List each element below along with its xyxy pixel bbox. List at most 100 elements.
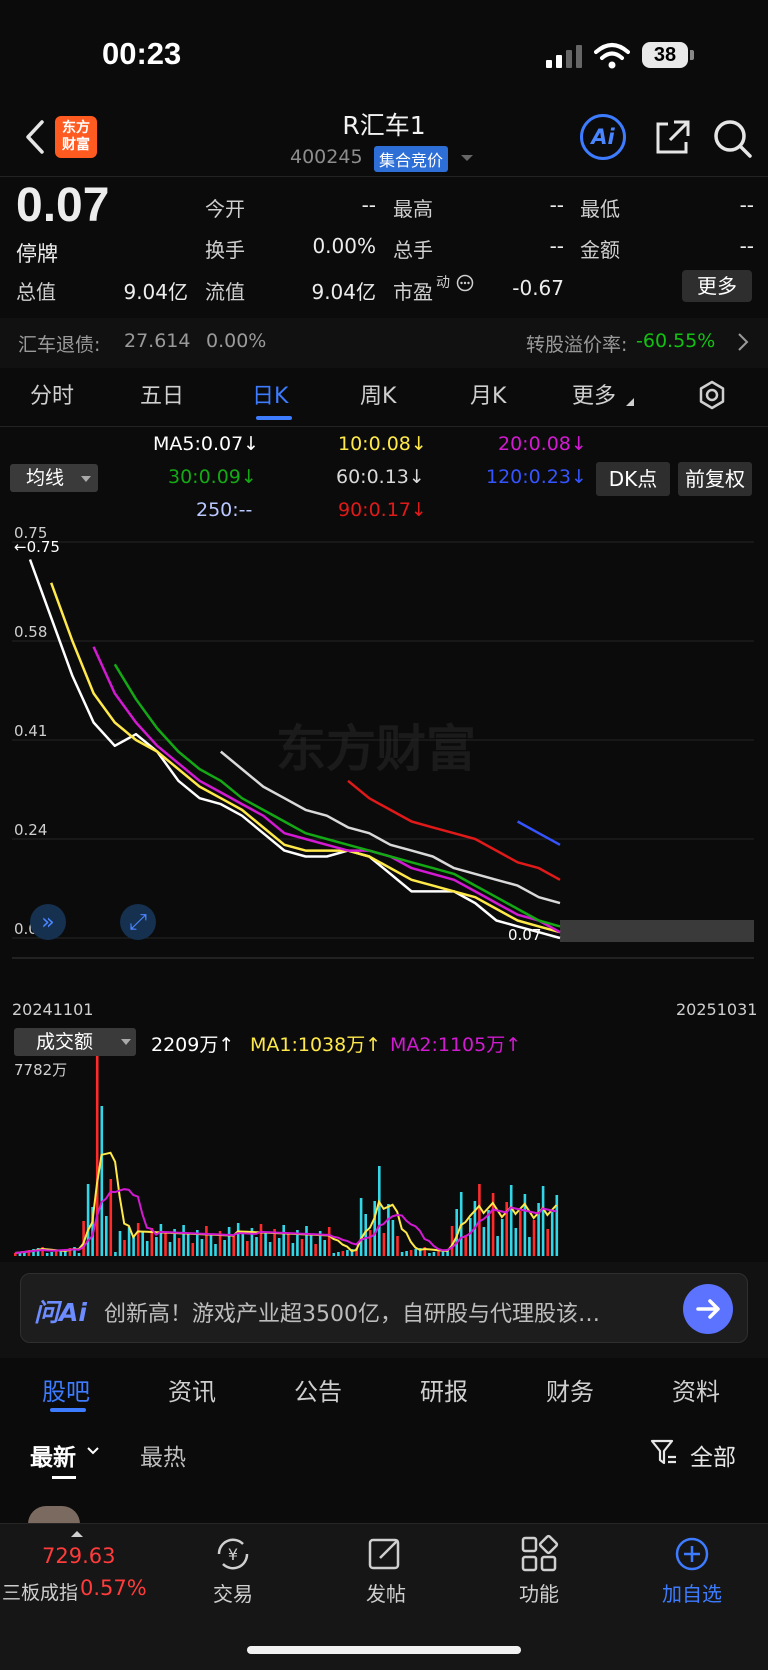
trade-icon[interactable]: ¥ <box>213 1534 253 1574</box>
tab-monthly-k[interactable]: 月K <box>470 378 506 410</box>
tab-intraday[interactable]: 分时 <box>30 378 74 410</box>
volume-bar <box>291 1243 295 1256</box>
post-icon[interactable] <box>366 1534 406 1574</box>
volume-bar <box>428 1253 431 1256</box>
high-price-annotation: ←0.75 <box>14 538 60 556</box>
ai-suggestion-text[interactable]: 创新高！游戏产业超3500亿，自研股与代理股该… <box>104 1296 600 1328</box>
volume-bar <box>368 1230 372 1256</box>
value-pe: -0.67 <box>512 276 564 300</box>
sort-indicator <box>52 1476 76 1479</box>
ma250-legend: 250:-- <box>196 499 253 521</box>
dk-point-button[interactable]: DK点 <box>596 462 670 496</box>
share-icon[interactable] <box>652 118 692 158</box>
tab-more[interactable]: 更多 <box>572 378 616 410</box>
watermark: 东方财富 <box>276 720 476 778</box>
ma90-legend: 90:0.17↓ <box>338 499 427 521</box>
search-icon[interactable] <box>712 118 754 160</box>
more-quote-button[interactable]: 更多 <box>682 270 752 302</box>
value-float-cap: 9.04亿 <box>311 280 376 304</box>
volume-bar <box>132 1236 135 1256</box>
chevron-right-icon[interactable] <box>736 332 750 352</box>
label-amount: 金额 <box>580 238 620 262</box>
bond-name: 汇车退债: <box>18 334 101 356</box>
volume-bar <box>227 1227 231 1256</box>
volume-bar <box>282 1225 285 1256</box>
expand-arrows-icon-glyph: » <box>41 910 54 935</box>
volume-bar <box>337 1252 340 1256</box>
tab-finance[interactable]: 财务 <box>546 1372 594 1407</box>
volume-bar <box>341 1251 345 1256</box>
tab-weekly-k[interactable]: 周K <box>360 378 396 410</box>
volume-bar <box>145 1241 149 1256</box>
dropdown-caret-icon <box>121 1039 131 1045</box>
volume-bar <box>464 1235 467 1256</box>
ai-send-button[interactable] <box>683 1284 733 1334</box>
pe-dynamic-suffix: 动 <box>436 275 450 291</box>
volume-bar <box>327 1227 331 1256</box>
suspension-band <box>560 920 754 942</box>
volume-bar <box>141 1232 144 1256</box>
volume-bar <box>300 1239 304 1256</box>
forward-adjust-button[interactable]: 前复权 <box>678 462 752 496</box>
volume-bar <box>105 1216 108 1256</box>
y-tick-label: 0.24 <box>14 821 47 839</box>
ma-line-120 <box>516 820 561 846</box>
label-low: 最低 <box>580 197 620 221</box>
ma10-legend: 10:0.08↓ <box>338 433 427 455</box>
home-indicator <box>247 1646 521 1654</box>
volume-bar <box>209 1235 213 1256</box>
info-icon[interactable] <box>456 274 474 292</box>
kline-chart[interactable]: 东方财富 0.750.580.410.240.07←0.750.07» ⤢ <box>0 526 768 1010</box>
nav-functions[interactable]: 功能 <box>489 1578 589 1607</box>
tab-daily-k[interactable]: 日K <box>252 378 288 410</box>
nav-post[interactable]: 发帖 <box>336 1578 436 1607</box>
start-date-label: 20241101 <box>12 1000 94 1019</box>
tab-announcements[interactable]: 公告 <box>294 1372 342 1407</box>
volume-selector[interactable]: 成交额 <box>14 1028 136 1056</box>
nav-add-watchlist[interactable]: 加自选 <box>642 1578 742 1607</box>
tab-guba[interactable]: 股吧 <box>42 1372 90 1407</box>
label-total-cap: 总值 <box>16 280 56 304</box>
sort-hottest[interactable]: 最热 <box>140 1438 186 1472</box>
volume-chart[interactable] <box>0 1054 768 1262</box>
value-total-cap: 9.04亿 <box>123 280 188 304</box>
tab-research[interactable]: 研报 <box>420 1372 468 1407</box>
volume-bar <box>373 1201 376 1256</box>
ma20-legend: 20:0.08↓ <box>498 433 587 455</box>
settings-icon[interactable] <box>696 379 728 411</box>
functions-icon[interactable] <box>519 1534 559 1574</box>
label-turnover: 换手 <box>205 238 245 262</box>
volume-bar <box>264 1233 267 1256</box>
volume-bar <box>109 1179 113 1256</box>
add-watchlist-icon[interactable] <box>672 1534 712 1574</box>
volume-bar <box>309 1235 313 1256</box>
ma-line-30 <box>113 663 561 928</box>
tab-news[interactable]: 资讯 <box>168 1372 216 1407</box>
tab-five-day[interactable]: 五日 <box>140 378 184 410</box>
sort-latest[interactable]: 最新 <box>30 1438 76 1472</box>
volume-bar <box>123 1240 126 1256</box>
tab-profile[interactable]: 资料 <box>672 1372 720 1407</box>
filter-all[interactable]: 全部 <box>690 1438 736 1472</box>
divider <box>0 426 768 427</box>
volume-bar <box>136 1223 140 1256</box>
filter-icon[interactable] <box>650 1438 678 1468</box>
volume-bar <box>550 1212 554 1256</box>
label-float-cap: 流值 <box>205 280 245 304</box>
ma5-legend: MA5:0.07↓ <box>153 433 260 455</box>
value-turnover: 0.00% <box>312 234 376 258</box>
ai-button[interactable]: Ai <box>580 114 626 160</box>
volume-bar <box>159 1224 163 1256</box>
nav-trade[interactable]: 交易 <box>183 1578 283 1607</box>
volume-bar <box>164 1233 167 1256</box>
label-high: 最高 <box>393 197 433 221</box>
index-value[interactable]: 729.63 <box>42 1544 115 1568</box>
avatar[interactable] <box>28 1506 80 1524</box>
value-amount: -- <box>739 234 754 258</box>
caret-down-icon[interactable] <box>460 153 474 163</box>
volume-bar <box>77 1253 81 1256</box>
arrow-right-icon <box>696 1299 720 1319</box>
volume-bar <box>323 1240 326 1256</box>
stock-code: 400245 <box>290 146 363 168</box>
volume-bar <box>205 1226 208 1256</box>
